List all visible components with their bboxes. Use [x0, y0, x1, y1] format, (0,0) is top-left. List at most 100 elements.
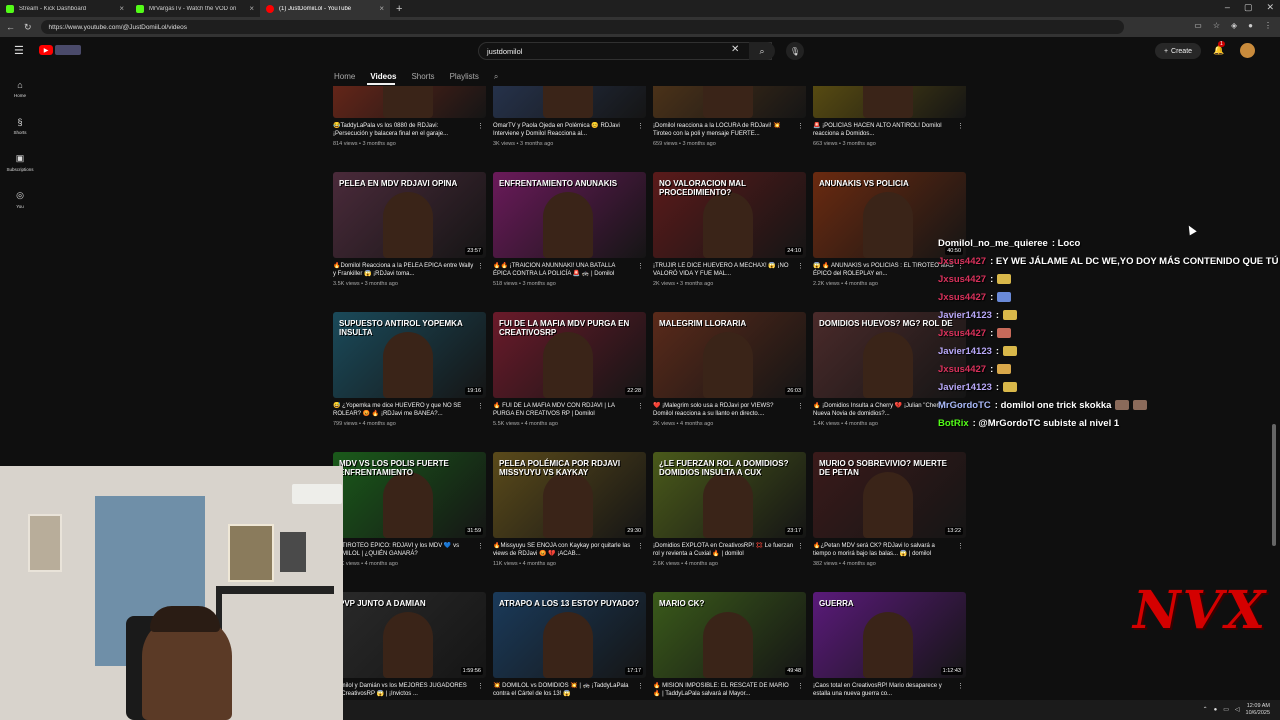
more-options-icon[interactable]: ⋮: [477, 402, 484, 410]
tab-playlists[interactable]: Playlists: [450, 72, 479, 81]
more-options-icon[interactable]: ⋮: [957, 542, 964, 550]
video-title[interactable]: 🔥 ¡Domidios Insulta a Cherry 💔 ¡Julian "…: [813, 402, 954, 419]
video-title[interactable]: 💥 TIROTEO ÉPICO: RDJAVI y los MDV 💙 vs D…: [333, 542, 474, 559]
more-options-icon[interactable]: ⋮: [957, 682, 964, 690]
video-title[interactable]: ¡TRUJIR LE DICE HUEVERO A MECHAX! 😱 ¡NO …: [653, 262, 794, 279]
more-options-icon[interactable]: ⋮: [477, 682, 484, 690]
sidebar-item-home[interactable]: ⌂ Home: [0, 70, 40, 107]
video-title[interactable]: 🔥🔥 ¡TRAICIÓN ANUNNAKI! UNA BATALLA ÉPICA…: [493, 262, 634, 279]
video-thumbnail[interactable]: MALEGRIM LLORARIA 26:03: [653, 312, 806, 398]
chevron-up-icon[interactable]: ⌃: [1203, 706, 1208, 713]
sidebar-item-subscriptions[interactable]: ▣ Subscriptions: [0, 144, 40, 181]
close-icon[interactable]: ×: [379, 4, 384, 13]
hamburger-menu-icon[interactable]: ☰: [14, 44, 24, 57]
video-title[interactable]: 😂TaddyLaPala vs los 0880 de RDJavi: ¡Per…: [333, 122, 474, 139]
video-card[interactable]: MALEGRIM LLORARIA 26:03 ❤️ ¡Malegrim solo …: [653, 312, 806, 450]
clear-search-icon[interactable]: ✕: [731, 44, 739, 55]
video-card[interactable]: MDV VS LOS POLIS FUERTE ENFRENTAMIENTO 31…: [333, 452, 486, 590]
video-card[interactable]: ¡Domilol reacciona a la LOCURA de RDJavi…: [653, 86, 806, 170]
more-options-icon[interactable]: ⋮: [797, 262, 804, 270]
video-card[interactable]: SUPUESTO ANTIROL YOPEMKA INSULTA 19:16 😅 ¿…: [333, 312, 486, 450]
video-thumbnail[interactable]: FUI DE LA MAFIA MDV PURGA EN CREATIVOSRP…: [493, 312, 646, 398]
system-clock[interactable]: 12:09 AM 10/6/2025: [1246, 703, 1270, 716]
video-title[interactable]: 🔥 MISIÓN IMPOSIBLE: EL RESCATE DE MARIO …: [653, 682, 794, 699]
video-card[interactable]: NO VALORACION MAL PROCEDIMIENTO? 24:10 ¡TR…: [653, 172, 806, 310]
more-options-icon[interactable]: ⋮: [957, 122, 964, 130]
cast-icon[interactable]: ▭: [1194, 21, 1202, 30]
video-card[interactable]: MURIO O SOBREVIVIO? MUERTE DE PETAN 13:22…: [813, 452, 966, 590]
video-title[interactable]: 🔥¿Petan MDV será CK? RDJavi lo salvará a…: [813, 542, 954, 559]
volume-icon[interactable]: ◁: [1235, 706, 1240, 713]
video-thumbnail[interactable]: MARIO CK? 49:48: [653, 592, 806, 678]
video-thumbnail[interactable]: [653, 86, 806, 118]
video-thumbnail[interactable]: PVP JUNTO A DAMIAN 1:59:56: [333, 592, 486, 678]
more-options-icon[interactable]: ⋮: [797, 122, 804, 130]
maximize-icon[interactable]: ▢: [1244, 2, 1253, 13]
voice-search-button[interactable]: 🎙: [786, 42, 804, 60]
tab-shorts[interactable]: Shorts: [411, 72, 434, 81]
video-title[interactable]: ¡Caos total en CreativosRP! Mario desapa…: [813, 682, 954, 699]
extension-icon[interactable]: ◈: [1231, 21, 1237, 30]
close-icon[interactable]: ×: [119, 4, 124, 13]
network-icon[interactable]: ▭: [1223, 706, 1229, 713]
video-card[interactable]: ENFRENTAMIENTO ANUNAKIS 🔥🔥 ¡TRAICIÓN ANUN…: [493, 172, 646, 310]
video-card[interactable]: FUI DE LA MAFIA MDV PURGA EN CREATIVOSRP…: [493, 312, 646, 450]
url-field[interactable]: https://www.youtube.com/@JustDomiiLol/vi…: [40, 20, 1124, 34]
video-card[interactable]: ¿LE FUERZAN ROL A DOMIDIOS? DOMIDIOS INS…: [653, 452, 806, 590]
more-options-icon[interactable]: ⋮: [637, 542, 644, 550]
video-card[interactable]: MARIO CK? 49:48 🔥 MISIÓN IMPOSIBLE: EL RES…: [653, 592, 806, 700]
browser-tab-youtube[interactable]: (1) JustDomiiLol - YouTube ×: [260, 0, 390, 17]
video-title[interactable]: ¡Domilol reacciona a la LOCURA de RDJavi…: [653, 122, 794, 139]
video-thumbnail[interactable]: [333, 86, 486, 118]
browser-tab-kick-dashboard[interactable]: Stream - Kick Dashboard ×: [0, 0, 130, 17]
menu-icon[interactable]: ⋮: [1264, 21, 1272, 30]
video-thumbnail[interactable]: PELEA EN MDV RDJAVI OPINA 23:57: [333, 172, 486, 258]
video-thumbnail[interactable]: PELEA POLÉMICA POR RDJAVI MISSYUYU VS KA…: [493, 452, 646, 538]
create-button[interactable]: + Create: [1155, 43, 1201, 59]
more-options-icon[interactable]: ⋮: [797, 682, 804, 690]
video-title[interactable]: 🚨 ¡POLICÍAS HACEN ALTO ANTIROL! Domilol …: [813, 122, 954, 139]
close-window-icon[interactable]: ✕: [1266, 2, 1274, 13]
tab-videos[interactable]: Videos: [370, 72, 396, 81]
video-title[interactable]: 🔥Missyuyu SE ENOJA con Kaykay por quitar…: [493, 542, 634, 559]
video-title[interactable]: ❤️ ¡Malegrim solo usa a RDJavi por VIEWS…: [653, 402, 794, 419]
notifications-button[interactable]: 🔔 1: [1213, 41, 1225, 56]
video-card[interactable]: OmarTV y Paola Ojeda en Polémica 😊 RDJav…: [493, 86, 646, 170]
search-button[interactable]: ⌕: [749, 42, 775, 60]
tab-home[interactable]: Home: [334, 72, 355, 81]
page-scrollbar[interactable]: [1272, 424, 1276, 546]
youtube-logo[interactable]: ▶: [39, 45, 83, 55]
sidebar-item-you[interactable]: ◎ You: [0, 181, 40, 218]
video-title[interactable]: 🔥Domilol Reacciona a la PELEA ÉPICA entr…: [333, 262, 474, 279]
close-icon[interactable]: ×: [249, 4, 254, 13]
more-options-icon[interactable]: ⋮: [477, 542, 484, 550]
minimize-icon[interactable]: –: [1225, 2, 1230, 13]
video-title[interactable]: 💥 DOMILOL vs DOMIDIOS 💥 | 🚓 ¡TaddyLaPala…: [493, 682, 634, 699]
reload-icon[interactable]: ↻: [24, 22, 32, 33]
video-thumbnail[interactable]: [493, 86, 646, 118]
more-options-icon[interactable]: ⋮: [797, 402, 804, 410]
more-options-icon[interactable]: ⋮: [637, 682, 644, 690]
video-card[interactable]: PELEA EN MDV RDJAVI OPINA 23:57 🔥Domilol R…: [333, 172, 486, 310]
video-thumbnail[interactable]: ATRAPO A LOS 13 ESTOY PUYADO? 17:17: [493, 592, 646, 678]
back-icon[interactable]: ←: [6, 22, 15, 32]
account-avatar[interactable]: [1240, 43, 1255, 58]
more-options-icon[interactable]: ⋮: [637, 122, 644, 130]
video-thumbnail[interactable]: SUPUESTO ANTIROL YOPEMKA INSULTA 19:16: [333, 312, 486, 398]
video-card[interactable]: PELEA POLÉMICA POR RDJAVI MISSYUYU VS KA…: [493, 452, 646, 590]
video-thumbnail[interactable]: ENFRENTAMIENTO ANUNAKIS: [493, 172, 646, 258]
video-card[interactable]: PVP JUNTO A DAMIAN 1:59:56 Domilol y Damiá…: [333, 592, 486, 700]
more-options-icon[interactable]: ⋮: [477, 122, 484, 130]
more-options-icon[interactable]: ⋮: [477, 262, 484, 270]
video-title[interactable]: Domilol y Damián vs los MEJORES JUGADORE…: [333, 682, 474, 699]
profile-icon[interactable]: ●: [1248, 21, 1253, 30]
video-title[interactable]: 😱 🔥 ANUNAKIS vs POLICIAS : EL TIROTEO MÁ…: [813, 262, 954, 279]
video-card[interactable]: ATRAPO A LOS 13 ESTOY PUYADO? 17:17 💥 DOMI…: [493, 592, 646, 700]
video-card[interactable]: 😂TaddyLaPala vs los 0880 de RDJavi: ¡Per…: [333, 86, 486, 170]
sidebar-item-shorts[interactable]: § Shorts: [0, 107, 40, 144]
more-options-icon[interactable]: ⋮: [797, 542, 804, 550]
browser-tab-mrvargastv[interactable]: MrVargasTv - Watch the VOD on ×: [130, 0, 260, 17]
search-input[interactable]: justdomilol: [478, 42, 772, 60]
video-thumbnail[interactable]: MDV VS LOS POLIS FUERTE ENFRENTAMIENTO 31…: [333, 452, 486, 538]
channel-search-icon[interactable]: ⌕: [494, 72, 498, 82]
